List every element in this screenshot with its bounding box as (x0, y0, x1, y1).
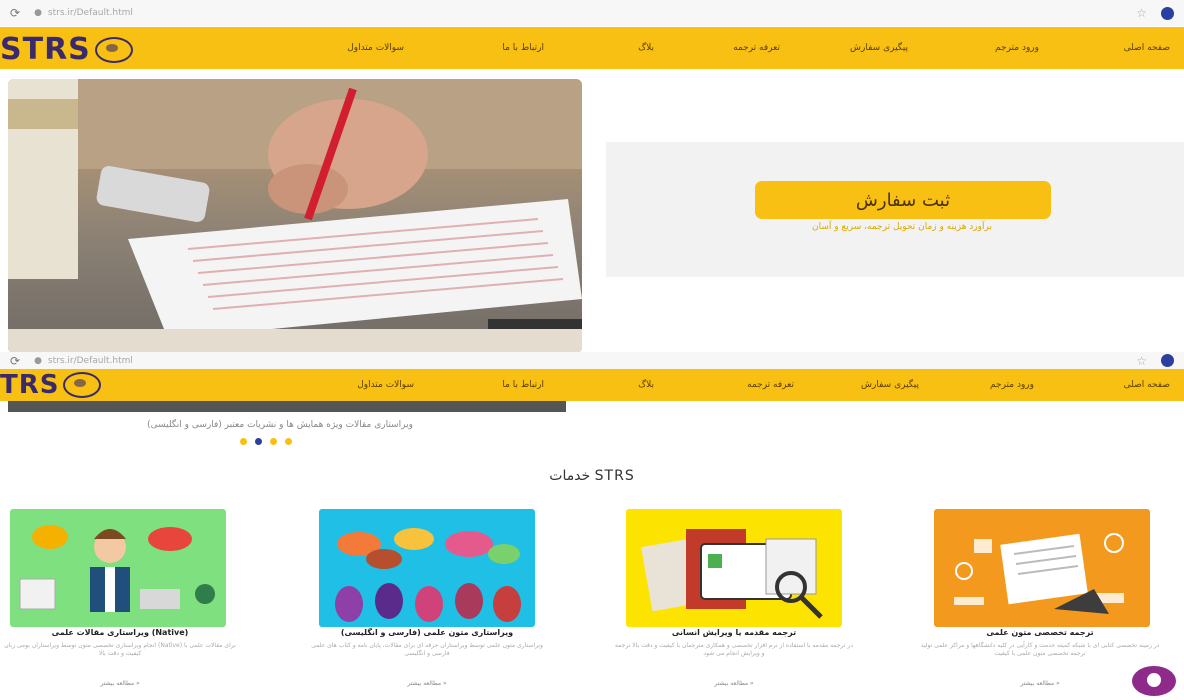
read-more-link-2[interactable]: مطالعه بیشتر » (614, 680, 854, 687)
site-logo-second[interactable]: TRS (0, 370, 102, 400)
logo-text: STRS (0, 32, 91, 67)
main-navigation: STRS صفحه اصلی ورود مترجم پیگیری سفارش ت… (0, 27, 1184, 69)
nav-blog[interactable]: بلاگ (638, 43, 654, 53)
slider-dot-4[interactable] (285, 438, 292, 445)
nav-contact-second[interactable]: ارتباط با ما (502, 380, 544, 390)
lock-icon: ● (34, 8, 42, 18)
main-navigation-second: TRS صفحه اصلی ورود مترجم پیگیری سفارش تع… (0, 369, 1184, 401)
slider-dot-2[interactable] (255, 438, 262, 445)
slider-dot-3[interactable] (270, 438, 277, 445)
logo-seal-icon (94, 36, 133, 63)
address-text-second[interactable]: strs.ir/Default.html (48, 356, 133, 366)
nav-pricing-second[interactable]: تعرفه ترجمه (747, 380, 794, 390)
profile-icon[interactable] (1161, 6, 1174, 20)
address-bar[interactable]: ⟳ ● strs.ir/Default.html ☆ (0, 0, 1184, 26)
nav-translator-login-second[interactable]: ورود مترجم (990, 380, 1034, 390)
logo-text-second: TRS (0, 370, 60, 400)
slider-dots (240, 438, 292, 445)
reload-icon[interactable]: ⟳ (10, 6, 20, 20)
address-bar-second[interactable]: ⟳ ● strs.ir/Default.html ☆ (0, 352, 1184, 369)
read-more-link-4[interactable]: مطالعه بیشتر » (0, 680, 240, 687)
service-title-scientific-translation[interactable]: ترجمه تخصصی متون علمی (920, 628, 1160, 637)
service-image-scientific-translation[interactable] (934, 509, 1150, 627)
nav-faq-second[interactable]: سوالات متداول (357, 380, 414, 390)
nav-home-second[interactable]: صفحه اصلی (1124, 380, 1170, 390)
nav-blog-second[interactable]: بلاگ (638, 380, 654, 390)
chat-widget-button[interactable] (1132, 666, 1176, 696)
service-desc-scientific-translation: در زمینه تخصصی کتابی ای با شبکه کمیته خد… (920, 642, 1160, 657)
chat-bubble-icon (1147, 673, 1161, 687)
service-image-abstract-translation[interactable] (626, 509, 842, 627)
services-title: خدمات STRS (549, 468, 635, 484)
profile-icon-second[interactable] (1161, 354, 1174, 367)
service-title-native-editing[interactable]: ویراستاری مقالات علمی (Native) (0, 628, 240, 637)
service-desc-native-editing: انجام ویراستاری تخصصی متون توسط ویراستار… (4, 642, 236, 657)
teacher-icon (19, 525, 215, 612)
place-order-button[interactable]: ثبت سفارش (755, 181, 1051, 219)
star-icon[interactable]: ☆ (1136, 6, 1147, 20)
lock-icon-second: ● (34, 355, 42, 366)
nav-pricing[interactable]: تعرفه ترجمه (733, 43, 780, 53)
slider-dot-1[interactable] (240, 438, 247, 445)
slider-caption: ویراستاری مقالات ویژه همایش ها و نشریات … (147, 420, 413, 430)
nav-order-tracking[interactable]: پیگیری سفارش (850, 43, 908, 53)
nav-faq[interactable]: سوالات متداول (347, 43, 404, 53)
read-more-link-1[interactable]: مطالعه بیشتر » (920, 680, 1160, 687)
reload-icon-second[interactable]: ⟳ (10, 354, 20, 368)
hero-illustration (8, 79, 582, 353)
star-icon-second[interactable]: ☆ (1136, 354, 1147, 368)
service-title-abstract-translation[interactable]: ترجمه مقدمه یا ویرایش انسانی (614, 628, 854, 637)
speech-heads-icon (335, 528, 521, 622)
nav-home[interactable]: صفحه اصلی (1124, 43, 1170, 53)
document-icon (954, 533, 1124, 614)
service-desc-abstract-translation: در ترجمه مقدمه با استفاده از نرم افزار ت… (614, 642, 854, 657)
address-text[interactable]: strs.ir/Default.html (48, 8, 133, 18)
hero-slider-image (8, 79, 582, 353)
order-subtitle: برآورد هزینه و زمان تحویل ترجمه، سریع و … (812, 222, 992, 232)
nav-order-tracking-second[interactable]: پیگیری سفارش (861, 380, 919, 390)
service-desc-editing: ویراستاری متون علمی توسط ویراستاران حرفه… (311, 642, 543, 657)
service-image-native-editing[interactable] (10, 509, 226, 627)
slider-image-edge (8, 401, 566, 412)
site-logo[interactable]: STRS (0, 32, 133, 67)
read-more-link-3[interactable]: مطالعه بیشتر » (307, 680, 547, 687)
nav-translator-login[interactable]: ورود مترجم (995, 43, 1039, 53)
service-image-editing[interactable] (319, 509, 535, 627)
logo-seal-icon-second (63, 372, 102, 398)
magnifier-document-icon (641, 529, 823, 619)
nav-contact[interactable]: ارتباط با ما (502, 43, 544, 53)
service-title-editing[interactable]: ویراستاری متون علمی (فارسی و انگلیسی) (307, 628, 547, 637)
